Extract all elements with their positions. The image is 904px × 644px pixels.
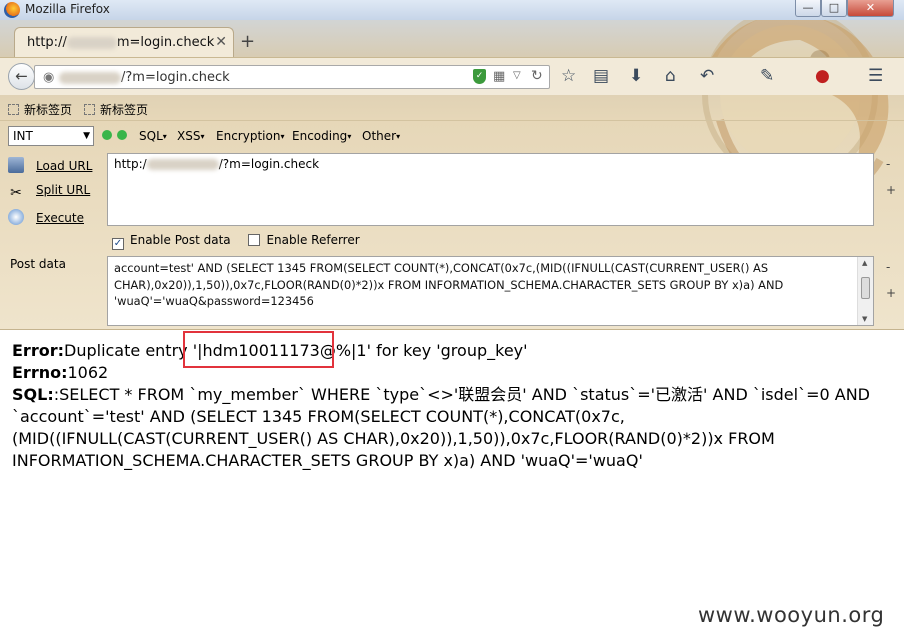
execute-icon	[8, 209, 24, 225]
bookmark-item[interactable]: 新标签页	[84, 101, 148, 118]
url-text: /?m=login.check	[59, 70, 230, 85]
hackbar-toolbar: INT ▼ SQL▾ XSS▾ Encryption▾ Encoding▾ Ot…	[0, 122, 904, 150]
reading-list-icon[interactable]: ▤	[593, 66, 609, 86]
firefox-icon	[4, 2, 20, 18]
menu-sql[interactable]: SQL▾	[139, 129, 167, 143]
window-title: Mozilla Firefox	[25, 2, 110, 16]
load-url-icon	[8, 157, 24, 173]
home-icon[interactable]: ⌂	[665, 66, 676, 86]
globe-icon: ◉	[43, 70, 55, 85]
increase-icon[interactable]	[117, 130, 127, 140]
chevron-down-icon[interactable]: ▽	[513, 70, 521, 81]
execute-button[interactable]: Execute	[8, 209, 84, 231]
undo-icon[interactable]: ↶	[700, 66, 714, 86]
scroll-down-icon[interactable]: ▼	[862, 315, 867, 323]
page-icon	[8, 104, 19, 115]
url-bar[interactable]: ◉ /?m=login.check ✓ ▦ ▽ ↻	[34, 65, 550, 89]
hackbar-url-textarea[interactable]: http://?m=login.check	[107, 153, 874, 226]
addon-icon[interactable]: ✎	[760, 66, 774, 86]
decrease-icon[interactable]	[102, 130, 112, 140]
maximize-button[interactable]: □	[821, 0, 847, 17]
browser-chrome: Mozilla Firefox — □ ✕ http://m=login.che…	[0, 0, 904, 330]
bookmarks-toolbar: 新标签页 新标签页	[0, 95, 904, 121]
tab-title: http://m=login.check	[27, 35, 215, 50]
post-expand-button[interactable]: +	[886, 286, 896, 300]
scissors-icon: ✂	[10, 185, 22, 201]
chevron-down-icon: ▼	[83, 131, 90, 141]
post-data-label: Post data	[10, 257, 66, 271]
options-row: ✓ Enable Post data Enable Referrer	[112, 233, 360, 250]
scroll-up-icon[interactable]: ▲	[862, 259, 867, 267]
tab-close-icon[interactable]: ✕	[215, 34, 227, 50]
post-data-textarea[interactable]: account=test' AND (SELECT 1345 FROM(SELE…	[107, 256, 874, 326]
download-icon[interactable]: ⬇	[629, 66, 643, 86]
enable-referrer-checkbox[interactable]: Enable Referrer	[248, 233, 360, 247]
menu-other[interactable]: Other▾	[362, 129, 400, 143]
reload-icon[interactable]: ↻	[531, 68, 543, 84]
bookmark-star-icon[interactable]: ☆	[561, 66, 576, 86]
post-shrink-button[interactable]: -	[886, 260, 890, 274]
minimize-button[interactable]: —	[795, 0, 821, 17]
addon-red-icon[interactable]: ●	[815, 66, 830, 86]
tab-active[interactable]: http://m=login.check ✕	[14, 27, 234, 57]
checkbox-checked-icon: ✓	[112, 238, 124, 250]
menu-icon[interactable]: ☰	[868, 66, 883, 86]
errno-line: Errno:1062	[12, 363, 109, 382]
url-expand-button[interactable]: +	[886, 183, 896, 197]
page-icon	[84, 104, 95, 115]
page-content: Error:Duplicate entry '|hdm10011173@%|1'…	[12, 340, 892, 472]
new-tab-button[interactable]: +	[240, 31, 255, 52]
type-select[interactable]: INT ▼	[8, 126, 94, 146]
menu-encoding[interactable]: Encoding▾	[292, 129, 351, 143]
shield-icon[interactable]: ✓	[473, 69, 486, 84]
highlight-box	[183, 331, 334, 368]
menu-encryption[interactable]: Encryption▾	[216, 129, 284, 143]
close-window-button[interactable]: ✕	[847, 0, 894, 17]
load-url-button[interactable]: Load URL	[8, 157, 92, 179]
menu-xss[interactable]: XSS▾	[177, 129, 204, 143]
error-line: Error:Duplicate entry '|hdm10011173@%|1'…	[12, 341, 528, 360]
watermark: www.wooyun.org	[698, 603, 885, 627]
enable-post-checkbox[interactable]: ✓ Enable Post data	[112, 233, 231, 250]
qr-code-icon[interactable]: ▦	[493, 69, 505, 84]
checkbox-unchecked-icon	[248, 234, 261, 246]
title-bar: Mozilla Firefox — □ ✕	[0, 0, 904, 20]
split-url-button[interactable]: ✂ Split URL	[8, 183, 90, 205]
url-shrink-button[interactable]: -	[886, 157, 890, 171]
post-scrollbar[interactable]: ▲ ▼	[857, 257, 873, 325]
scroll-thumb[interactable]	[861, 277, 870, 299]
back-button[interactable]: ←	[8, 63, 35, 90]
bookmark-item[interactable]: 新标签页	[8, 101, 72, 118]
sql-line: SQL::SELECT * FROM `my_member` WHERE `ty…	[12, 385, 870, 470]
